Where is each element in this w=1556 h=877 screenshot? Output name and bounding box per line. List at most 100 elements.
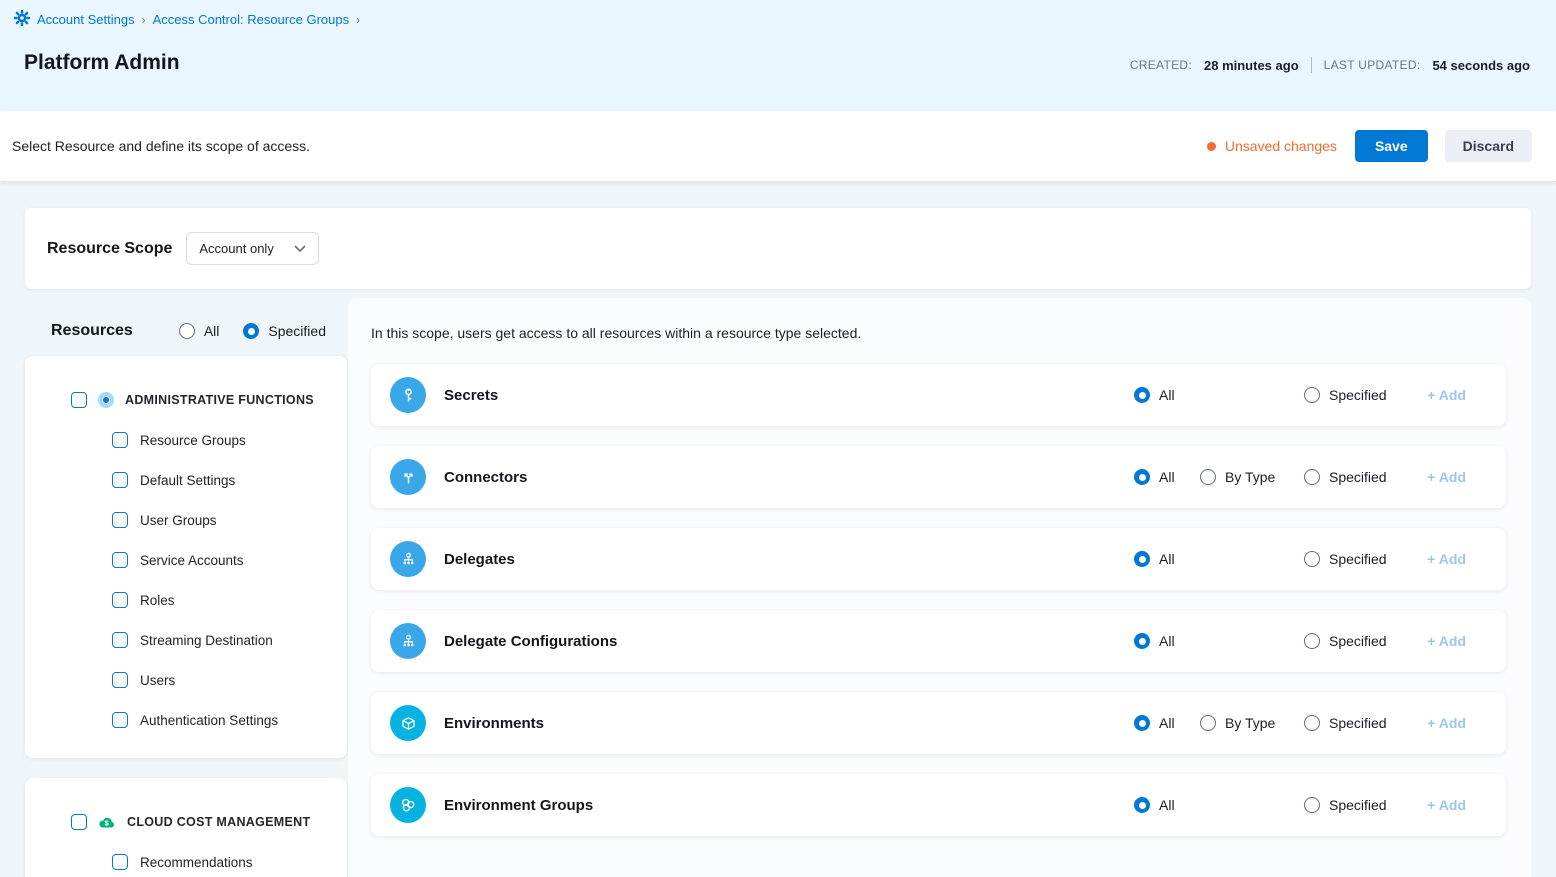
item-label: Recommendations <box>140 855 253 870</box>
radio-on-icon[interactable] <box>243 323 259 339</box>
resource-groups-checkbox[interactable] <box>112 432 128 448</box>
all-radio[interactable]: All <box>1134 551 1200 567</box>
radio-on-icon[interactable] <box>1134 469 1150 485</box>
breadcrumb-access-control-resource-groups[interactable]: Access Control: Resource Groups <box>153 12 350 27</box>
resources-sidebar-header: Resources All Specified <box>25 298 347 356</box>
resource-row-environments: Environments All By Type Specified + Add <box>371 692 1506 754</box>
cloud-cost-module-icon: $ <box>98 815 116 829</box>
specified-radio[interactable]: Specified <box>1304 633 1420 649</box>
item-label: Users <box>140 673 175 688</box>
radio-off-icon[interactable] <box>1304 633 1320 649</box>
radio-off-icon[interactable] <box>1304 387 1320 403</box>
add-button[interactable]: + Add <box>1427 633 1466 649</box>
sidebar-item-roles: Roles <box>25 592 347 608</box>
add-button[interactable]: + Add <box>1427 797 1466 813</box>
resources-specified-radio[interactable]: Specified <box>243 323 326 339</box>
all-radio[interactable]: All <box>1134 387 1200 403</box>
discard-button[interactable]: Discard <box>1445 130 1532 162</box>
service-accounts-checkbox[interactable] <box>112 552 128 568</box>
authentication-settings-checkbox[interactable] <box>112 712 128 728</box>
specified-radio[interactable]: Specified <box>1304 715 1420 731</box>
recommendations-checkbox[interactable] <box>112 854 128 870</box>
default-settings-checkbox[interactable] <box>112 472 128 488</box>
streaming-destination-checkbox[interactable] <box>112 632 128 648</box>
sidebar-item-users: Users <box>25 672 347 688</box>
all-label: All <box>1159 469 1175 485</box>
specified-label: Specified <box>1329 469 1387 485</box>
radio-off-icon[interactable] <box>1200 469 1216 485</box>
specified-label: Specified <box>1329 797 1387 813</box>
specified-radio[interactable]: Specified <box>1304 387 1420 403</box>
created-label: CREATED: <box>1130 58 1192 72</box>
radio-off-icon[interactable] <box>1304 551 1320 567</box>
by-type-radio[interactable]: By Type <box>1200 715 1304 731</box>
action-toolbar: Select Resource and define its scope of … <box>0 111 1556 181</box>
connector-icon <box>390 459 426 495</box>
page-header: Account Settings › Access Control: Resou… <box>0 0 1556 111</box>
resource-controls: All By Type Specified + Add <box>1134 469 1466 485</box>
chevron-down-icon <box>294 241 306 256</box>
environment-icon <box>390 705 426 741</box>
add-button[interactable]: + Add <box>1427 387 1466 403</box>
radio-on-icon[interactable] <box>1134 387 1150 403</box>
item-label: Streaming Destination <box>140 633 273 648</box>
by-type-radio[interactable]: By Type <box>1200 469 1304 485</box>
user-groups-checkbox[interactable] <box>112 512 128 528</box>
specified-label: Specified <box>1329 633 1387 649</box>
resource-scope-select[interactable]: Account only <box>186 232 318 265</box>
all-label: All <box>1159 387 1175 403</box>
resource-group-card-cloud-cost-management: $ CLOUD COST MANAGEMENT Recommendations … <box>25 778 347 877</box>
add-button[interactable]: + Add <box>1427 715 1466 731</box>
specified-radio[interactable]: Specified <box>1304 469 1420 485</box>
item-label: Authentication Settings <box>140 713 278 728</box>
radio-off-icon[interactable] <box>1304 715 1320 731</box>
resource-scope-selected-value: Account only <box>199 241 273 256</box>
breadcrumb-separator: › <box>142 13 146 27</box>
resources-all-label: All <box>204 323 220 339</box>
resource-controls: All By Type Specified + Add <box>1134 715 1466 731</box>
specified-label: Specified <box>1329 715 1387 731</box>
group-header-cloud-cost-management: $ CLOUD COST MANAGEMENT <box>25 814 347 830</box>
resources-scope-radios: All Specified <box>179 323 326 339</box>
all-radio[interactable]: All <box>1134 797 1200 813</box>
roles-checkbox[interactable] <box>112 592 128 608</box>
specified-radio[interactable]: Specified <box>1304 551 1420 567</box>
radio-on-icon[interactable] <box>1134 715 1150 731</box>
breadcrumb-account-settings[interactable]: Account Settings <box>37 12 135 27</box>
by-type-label: By Type <box>1225 469 1275 485</box>
radio-on-icon[interactable] <box>1134 797 1150 813</box>
users-checkbox[interactable] <box>112 672 128 688</box>
sidebar-item-recommendations: Recommendations <box>25 854 347 870</box>
resource-row-delegate-configurations: Delegate Configurations All Specified + … <box>371 610 1506 672</box>
admin-module-icon <box>98 392 114 408</box>
radio-off-icon[interactable] <box>179 323 195 339</box>
all-label: All <box>1159 551 1175 567</box>
specified-label: Specified <box>1329 387 1387 403</box>
item-label: Roles <box>140 593 175 608</box>
unsaved-changes-indicator: Unsaved changes <box>1207 138 1337 154</box>
item-label: Service Accounts <box>140 553 244 568</box>
save-button[interactable]: Save <box>1355 130 1428 162</box>
specified-radio[interactable]: Specified <box>1304 797 1420 813</box>
resources-all-radio[interactable]: All <box>179 323 220 339</box>
meta-divider <box>1311 57 1312 73</box>
cloud-cost-management-checkbox[interactable] <box>71 814 87 830</box>
radio-off-icon[interactable] <box>1304 469 1320 485</box>
all-radio[interactable]: All <box>1134 469 1200 485</box>
radio-on-icon[interactable] <box>1134 633 1150 649</box>
radio-on-icon[interactable] <box>1134 551 1150 567</box>
radio-off-icon[interactable] <box>1200 715 1216 731</box>
add-button[interactable]: + Add <box>1427 551 1466 567</box>
all-radio[interactable]: All <box>1134 715 1200 731</box>
settings-gear-icon <box>14 10 30 29</box>
scope-description: In this scope, users get access to all r… <box>371 325 1506 341</box>
administrative-functions-checkbox[interactable] <box>71 392 87 408</box>
add-button[interactable]: + Add <box>1427 469 1466 485</box>
all-radio[interactable]: All <box>1134 633 1200 649</box>
by-type-label: By Type <box>1225 715 1275 731</box>
resource-group-card-administrative-functions: ADMINISTRATIVE FUNCTIONS Resource Groups… <box>25 356 347 758</box>
resource-controls: All Specified + Add <box>1134 633 1466 649</box>
radio-off-icon[interactable] <box>1304 797 1320 813</box>
resources-specified-label: Specified <box>268 323 326 339</box>
sidebar-item-user-groups: User Groups <box>25 512 347 528</box>
